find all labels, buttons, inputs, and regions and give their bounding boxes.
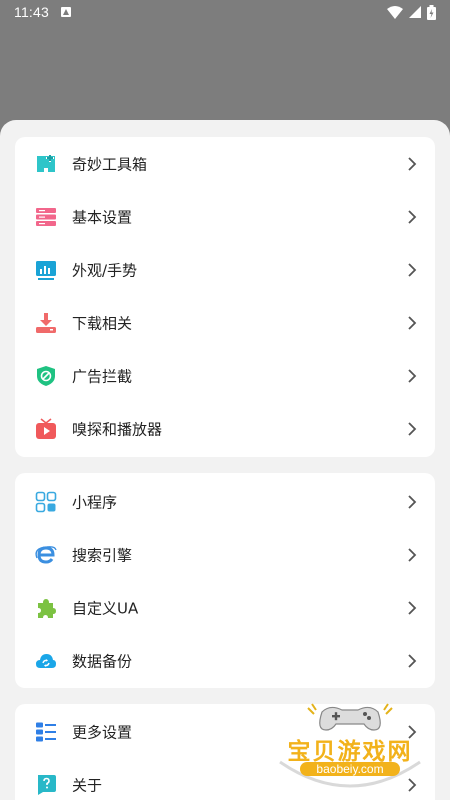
menu-item-label: 广告拦截 [72,367,133,385]
chevron-right-icon [408,262,417,277]
chevron-right-icon [408,315,417,330]
more-settings-list-icon [36,722,56,741]
menu-item-label: 更多设置 [72,723,133,741]
settings-sheet: 奇妙工具箱 基本设置 外观/手势 下载相关 广告拦截 嗅探和播放器 小程序 搜索… [0,120,450,800]
watermark-title: 宝贝游戏网 [287,739,413,765]
cloud-sync-icon [36,653,56,668]
status-bar: 11:43 [0,0,450,24]
menu-item-label: 外观/手势 [72,261,138,279]
search-engine-e-icon [35,545,57,564]
menu-item-sniffer-player[interactable]: 嗅探和播放器 [15,402,435,455]
menu-item-mini-program[interactable]: 小程序 [15,475,435,528]
menu-item-data-backup[interactable]: 数据备份 [15,634,435,687]
appearance-monitor-icon [36,260,56,280]
menu-item-custom-ua[interactable]: 自定义UA [15,581,435,634]
menu-item-search-engine[interactable]: 搜索引擎 [15,528,435,581]
chevron-right-icon [408,209,417,224]
chevron-right-icon [408,600,417,615]
menu-item-label: 数据备份 [72,652,133,670]
about-question-icon [38,774,56,795]
menu-item-label: 奇妙工具箱 [72,155,148,173]
wifi-icon [387,5,403,19]
menu-item-label: 关于 [72,776,103,794]
menu-item-label: 搜索引擎 [72,546,133,564]
toolbox-icon [37,153,55,172]
settings-card-main: 奇妙工具箱 基本设置 外观/手势 下载相关 广告拦截 嗅探和播放器 [15,137,435,457]
settings-list-icon [36,207,56,226]
download-icon [36,312,56,333]
status-time: 11:43 [14,4,49,20]
watermark-url: baobeiy.com [300,762,400,776]
menu-item-label: 小程序 [72,493,118,511]
chevron-right-icon [408,547,417,562]
menu-item-label: 嗅探和播放器 [72,420,163,438]
tv-player-icon [36,417,56,439]
settings-card-tools: 小程序 搜索引擎 自定义UA 数据备份 [15,473,435,688]
battery-icon [427,4,436,20]
mini-program-grid-icon [35,491,57,512]
chevron-right-icon [408,421,417,436]
chevron-right-icon [408,653,417,668]
chevron-right-icon [408,368,417,383]
menu-item-download[interactable]: 下载相关 [15,296,435,349]
notification-a-icon [61,7,71,17]
menu-item-ad-block[interactable]: 广告拦截 [15,349,435,402]
menu-item-label: 基本设置 [72,208,133,226]
watermark-logo: 宝贝游戏网 baobeiy.com [270,700,430,790]
puzzle-icon [38,598,56,618]
ad-block-shield-icon [37,365,55,386]
menu-item-basic-settings[interactable]: 基本设置 [15,190,435,243]
menu-item-appearance[interactable]: 外观/手势 [15,243,435,296]
menu-item-label: 自定义UA [72,599,139,617]
menu-item-toolbox[interactable]: 奇妙工具箱 [15,137,435,190]
chevron-right-icon [408,156,417,171]
chevron-right-icon [408,494,417,509]
signal-icon [409,6,421,18]
menu-item-label: 下载相关 [72,314,133,332]
